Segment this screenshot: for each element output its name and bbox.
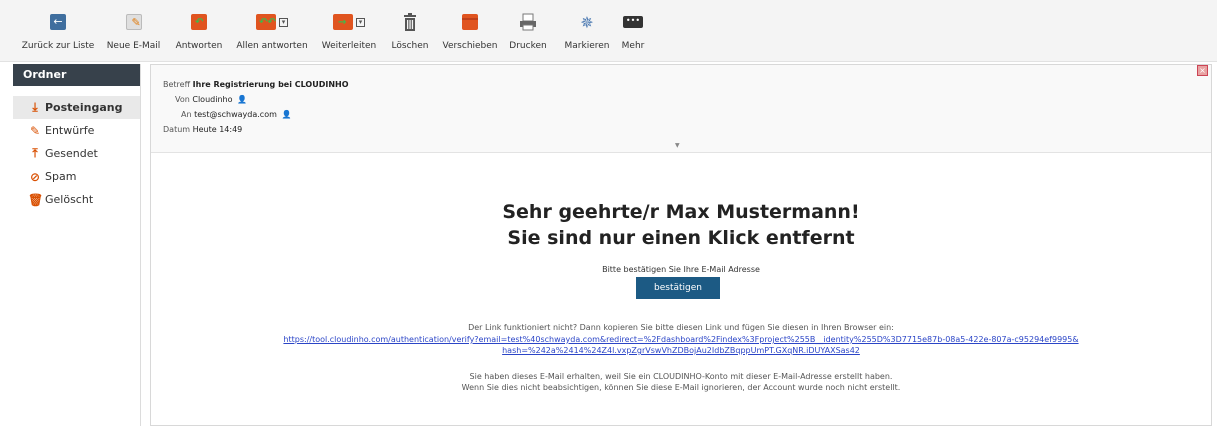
- forward-button[interactable]: → ▾ Weiterleiten: [320, 8, 378, 58]
- folder-spam[interactable]: ⊘ Spam: [13, 165, 140, 188]
- folders-title: Ordner: [13, 64, 140, 86]
- move-label: Verschieben: [442, 41, 498, 51]
- footer-line2: Wenn Sie dies nicht beabsichtigen, könne…: [461, 383, 901, 392]
- from-key: Von: [175, 95, 190, 104]
- back-to-list-button[interactable]: ← Zurück zur Liste: [22, 8, 94, 58]
- print-button[interactable]: Drucken: [508, 8, 548, 58]
- message-pane: Betreff Ihre Registrierung bei CLOUDINHO…: [150, 64, 1212, 426]
- mark-icon: ✵: [580, 12, 594, 32]
- reply-all-icon: ↶↶: [256, 14, 276, 30]
- folder-label: Posteingang: [45, 101, 123, 114]
- toolbar: ← Zurück zur Liste ✎ Neue E-Mail ↶ Antwo…: [0, 0, 1217, 62]
- verify-link-line1[interactable]: https://tool.cloudinho.com/authenticatio…: [151, 334, 1211, 345]
- compose-icon: ✎: [125, 14, 142, 30]
- subject-row: Betreff Ihre Registrierung bei CLOUDINHO: [163, 80, 349, 89]
- from-value[interactable]: Cloudinho: [192, 95, 232, 104]
- reply-icon: ↶: [191, 14, 207, 30]
- to-value[interactable]: test@schwayda.com: [194, 110, 277, 119]
- folder-label: Gesendet: [45, 147, 98, 160]
- folder-label: Entwürfe: [45, 124, 95, 137]
- folder-deleted[interactable]: 🗑 Gelöscht: [13, 188, 140, 211]
- trash-icon: 🗑: [28, 192, 44, 207]
- delete-label: Löschen: [391, 41, 429, 51]
- expand-header-icon[interactable]: ▼: [675, 142, 680, 149]
- mark-button[interactable]: ✵ Markieren: [562, 8, 612, 58]
- footer-line1: Sie haben dieses E-Mail erhalten, weil S…: [469, 372, 893, 381]
- more-icon: •••: [623, 16, 643, 28]
- date-key: Datum: [163, 125, 191, 134]
- forward-label: Weiterleiten: [321, 41, 377, 51]
- inbox-icon: ⤓: [32, 100, 38, 114]
- sent-icon: ⤒: [32, 146, 38, 160]
- dropdown-icon: ▾: [356, 17, 365, 27]
- greeting: Sehr geehrte/r Max Mustermann!: [502, 201, 860, 223]
- folder-drafts[interactable]: ✎ Entwürfe: [13, 119, 140, 142]
- forward-icon: →: [333, 14, 353, 30]
- back-arrow-icon: ←: [50, 14, 66, 30]
- more-label: Mehr: [621, 41, 645, 51]
- link-hint: Der Link funktioniert nicht? Dann kopier…: [468, 323, 894, 332]
- date-row: Datum Heute 14:49: [163, 125, 242, 134]
- to-key: An: [181, 110, 192, 119]
- delete-button[interactable]: Löschen: [390, 8, 430, 58]
- move-button[interactable]: Verschieben: [442, 8, 498, 58]
- person-icon[interactable]: 👤: [237, 95, 247, 104]
- trash-icon: [403, 8, 417, 36]
- reply-button[interactable]: ↶ Antworten: [173, 8, 225, 58]
- mark-label: Markieren: [564, 41, 610, 51]
- print-icon: [519, 8, 537, 36]
- reply-all-label: Allen antworten: [236, 41, 308, 51]
- spam-icon: ⊘: [29, 169, 41, 184]
- back-to-list-label: Zurück zur Liste: [21, 41, 95, 51]
- folder-inbox[interactable]: ⤓ Posteingang: [13, 96, 140, 119]
- message-header: Betreff Ihre Registrierung bei CLOUDINHO…: [151, 65, 1211, 153]
- reply-all-button[interactable]: ↶↶ ▾ Allen antworten: [234, 8, 310, 58]
- person-icon[interactable]: 👤: [281, 110, 291, 119]
- folder-pane: Ordner ⤓ Posteingang ✎ Entwürfe ⤒ Gesend…: [13, 64, 141, 426]
- pencil-icon: ✎: [29, 123, 41, 138]
- close-icon[interactable]: ×: [1197, 65, 1208, 76]
- subject-key: Betreff: [163, 80, 191, 89]
- folder-label: Spam: [45, 170, 77, 183]
- subject-value: Ihre Registrierung bei CLOUDINHO: [192, 80, 349, 89]
- new-email-label: Neue E-Mail: [106, 41, 161, 51]
- to-row: An test@schwayda.com 👤: [181, 110, 291, 119]
- print-label: Drucken: [509, 41, 547, 51]
- from-row: Von Cloudinho 👤: [175, 95, 247, 104]
- more-button[interactable]: ••• Mehr: [618, 8, 648, 58]
- date-value: Heute 14:49: [192, 125, 243, 134]
- folder-label: Gelöscht: [45, 193, 94, 206]
- move-icon: [462, 14, 478, 30]
- headline: Sie sind nur einen Klick entfernt: [507, 227, 855, 249]
- verify-link-line2[interactable]: hash=%242a%2414%24Z4l.vxpZgrVswVhZDBojAu…: [151, 345, 1211, 356]
- confirm-button[interactable]: bestätigen: [636, 277, 720, 299]
- new-email-button[interactable]: ✎ Neue E-Mail: [106, 8, 161, 58]
- dropdown-icon: ▾: [279, 17, 288, 27]
- reply-label: Antworten: [175, 41, 223, 51]
- folder-sent[interactable]: ⤒ Gesendet: [13, 142, 140, 165]
- instruction: Bitte bestätigen Sie Ihre E-Mail Adresse: [602, 265, 760, 274]
